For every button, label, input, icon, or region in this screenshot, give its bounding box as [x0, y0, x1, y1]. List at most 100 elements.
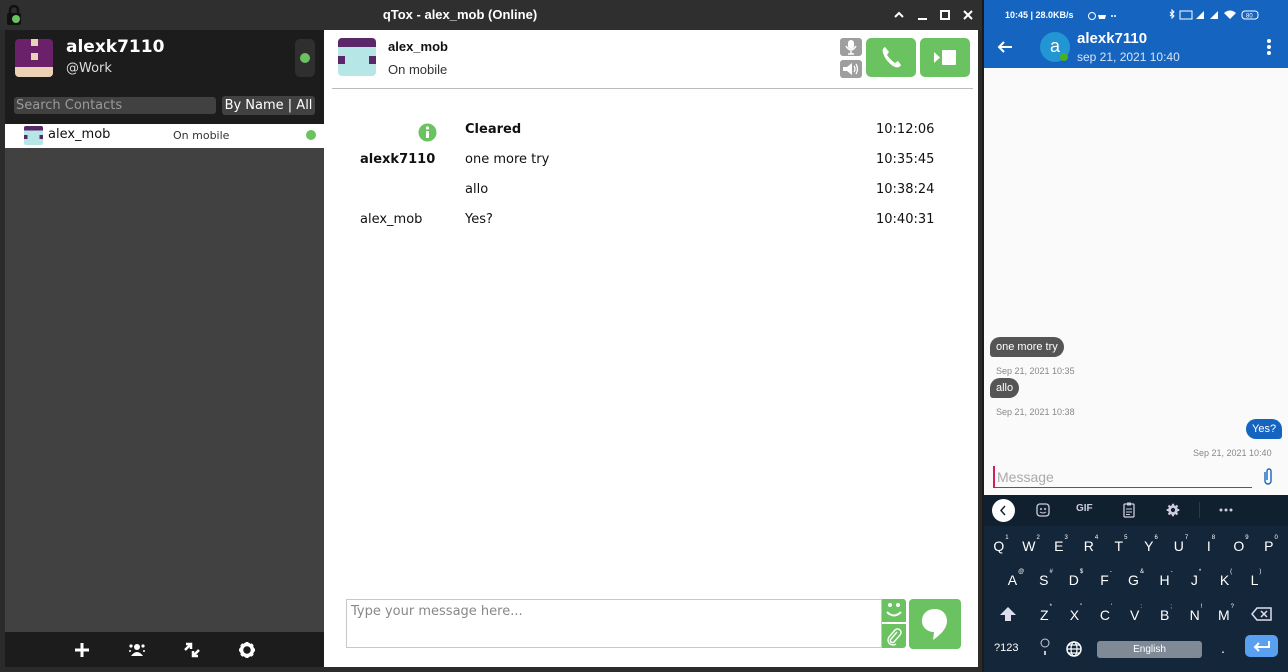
key-n[interactable]: N! [1184, 604, 1208, 623]
key-d[interactable]: D$ [1064, 569, 1088, 588]
emoji-comma-key-icon[interactable] [1039, 638, 1051, 656]
key-z[interactable]: Z* [1034, 604, 1058, 623]
key-b[interactable]: B; [1154, 604, 1178, 623]
message-input[interactable] [346, 599, 882, 648]
chevron-up-icon [894, 11, 904, 18]
self-name[interactable]: alexk7110 [66, 37, 164, 57]
chat-message-system: Cleared 10:12:06 [324, 122, 978, 142]
phone-contact-name[interactable]: alexk7110 [1077, 30, 1147, 47]
self-avatar[interactable] [15, 39, 53, 77]
key-t[interactable]: T5 [1109, 535, 1133, 554]
more-horiz-icon[interactable] [1219, 508, 1233, 512]
status-button[interactable] [295, 39, 315, 77]
title-bar[interactable]: qTox - alex_mob (Online) [0, 0, 982, 30]
period-key[interactable]: . [1221, 640, 1225, 656]
video-call-button[interactable] [920, 38, 970, 77]
key-f[interactable]: F- [1094, 569, 1118, 588]
key-secondary-label: 5 [1124, 535, 1128, 542]
key-w[interactable]: W2 [1019, 535, 1043, 554]
search-contacts-input[interactable] [14, 97, 216, 114]
key-secondary-label: ' [1110, 604, 1113, 611]
key-p[interactable]: P0 [1259, 535, 1283, 554]
phone-icon [882, 47, 901, 68]
key-x[interactable]: X" [1064, 604, 1088, 623]
create-group-button[interactable] [127, 640, 147, 660]
minimize-button[interactable] [913, 6, 931, 24]
key-u[interactable]: U7 [1169, 535, 1193, 554]
shift-icon[interactable] [999, 606, 1017, 622]
key-m[interactable]: M? [1214, 604, 1238, 623]
microphone-button[interactable] [840, 38, 862, 56]
close-button[interactable] [959, 6, 977, 24]
key-secondary-label: : [1140, 604, 1142, 611]
key-y[interactable]: Y6 [1139, 535, 1163, 554]
video-camera-icon [934, 50, 956, 65]
paperclip-icon [887, 628, 902, 646]
back-arrow-icon[interactable] [996, 38, 1014, 56]
self-status-message[interactable]: @Work [66, 61, 112, 76]
attach-icon[interactable] [1262, 467, 1274, 487]
spacebar[interactable]: English [1097, 641, 1202, 658]
audio-call-button[interactable] [866, 38, 916, 77]
key-secondary-label: 6 [1154, 535, 1158, 542]
key-label: Y [1144, 538, 1154, 554]
phone-message-input[interactable] [993, 466, 1252, 488]
keyboard-settings-icon[interactable] [1166, 503, 1180, 517]
key-label: M [1217, 607, 1230, 623]
symbols-key[interactable]: ?123 [994, 642, 1018, 654]
sticker-icon[interactable] [1036, 503, 1050, 517]
key-v[interactable]: V: [1124, 604, 1148, 623]
key-g[interactable]: G& [1124, 569, 1148, 588]
settings-button[interactable] [237, 640, 257, 660]
key-a[interactable]: A@ [1004, 569, 1028, 588]
gear-icon [239, 642, 255, 658]
key-c[interactable]: C' [1094, 604, 1118, 623]
key-e[interactable]: E3 [1049, 535, 1073, 554]
key-label: I [1206, 538, 1211, 554]
minimize-icon [918, 18, 927, 20]
keyboard-collapse-button[interactable] [992, 499, 1015, 522]
gif-button[interactable]: GIF [1076, 503, 1093, 514]
emoji-button[interactable] [882, 599, 906, 622]
key-o[interactable]: O9 [1229, 535, 1253, 554]
message-time: 10:38:24 [876, 182, 935, 197]
phone-message-bubble-out: Yes? [1246, 419, 1283, 439]
more-vert-icon[interactable] [1264, 38, 1274, 56]
key-label: G [1128, 572, 1139, 588]
file-transfers-button[interactable] [182, 640, 202, 660]
key-h[interactable]: H- [1154, 569, 1178, 588]
volume-button[interactable] [840, 60, 862, 78]
key-secondary-label: & [1139, 569, 1144, 576]
maximize-button[interactable] [936, 6, 954, 24]
attach-file-button[interactable] [882, 624, 906, 648]
send-message-button[interactable] [909, 599, 961, 649]
clipboard-icon[interactable] [1123, 502, 1135, 518]
soft-keyboard: GIF Q1 W2 E3 R4 T5 Y6 U7 I8 O9 P0 A@ S# D$ F- G& H- J* K… [984, 495, 1288, 672]
key-j[interactable]: J* [1184, 569, 1208, 588]
contact-list-item[interactable]: alex_mob On mobile [5, 124, 324, 148]
message-time: 10:35:45 [876, 152, 935, 167]
key-label: H [1159, 572, 1170, 588]
chat-contact-status: On mobile [388, 62, 448, 77]
key-i[interactable]: I8 [1199, 535, 1223, 554]
sort-filter-button[interactable]: By Name | All [222, 96, 315, 115]
contact-name: alex_mob [48, 127, 111, 142]
phone-screen: 10:45 | 28.0KB/s 80 a alexk7110 sep 21, … [984, 0, 1288, 672]
globe-icon[interactable] [1065, 640, 1083, 658]
key-r[interactable]: R4 [1079, 535, 1103, 554]
key-secondary-label: ) [1259, 569, 1262, 576]
add-friend-button[interactable] [72, 640, 92, 660]
key-l[interactable]: L) [1244, 569, 1268, 588]
key-secondary-label: " [1080, 604, 1083, 611]
backspace-icon[interactable] [1251, 607, 1273, 621]
key-q[interactable]: Q1 [989, 535, 1013, 554]
key-k[interactable]: K( [1214, 569, 1238, 588]
key-label: Q [993, 538, 1005, 554]
keep-above-button[interactable] [890, 6, 908, 24]
key-secondary-label: ( [1230, 569, 1233, 576]
key-secondary-label: - [1109, 569, 1112, 576]
key-s[interactable]: S# [1034, 569, 1058, 588]
contact-avatar [24, 126, 43, 145]
enter-key[interactable] [1245, 635, 1278, 657]
key-secondary-label: ! [1200, 604, 1203, 611]
